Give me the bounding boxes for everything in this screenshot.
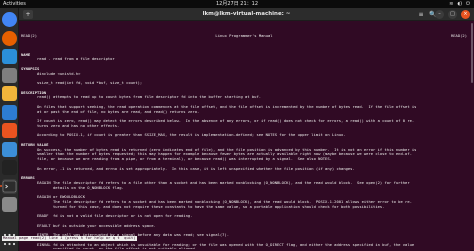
title-bar[interactable]: + lkm@lkm-virtual-machine: ~ 🔍 ≡ – □ ×	[19, 8, 474, 21]
top-bar: Activities 12月27日 21：12 ≋ ◖) ⏻	[0, 0, 474, 8]
writer-icon[interactable]	[2, 104, 17, 120]
activities-button[interactable]: Activities	[3, 0, 26, 8]
terminal-icon[interactable]	[2, 178, 17, 194]
man-header-right: READ(2)	[450, 32, 467, 38]
clock[interactable]: 12月27日 21：12	[212, 0, 262, 8]
maximize-button[interactable]: □	[448, 10, 457, 19]
trash-icon[interactable]	[2, 197, 17, 212]
chrome-icon[interactable]	[2, 12, 17, 27]
man-body: NAME read - read from a file descriptor S…	[21, 48, 469, 249]
dock	[0, 8, 19, 251]
volume-icon[interactable]: ◖)	[457, 0, 462, 8]
text-cursor	[120, 236, 122, 241]
close-button[interactable]: ×	[461, 10, 470, 19]
pager-status-line: Manual page read(2) line 1 (press h for …	[2, 235, 137, 241]
terminal-window[interactable]: + lkm@lkm-virtual-machine: ~ 🔍 ≡ – □ × R…	[19, 8, 474, 251]
rhythmbox-icon[interactable]	[2, 86, 17, 101]
amazon-icon[interactable]	[2, 160, 17, 175]
help-icon[interactable]	[2, 141, 17, 157]
man-header-left: READ(2)	[21, 32, 38, 38]
software-icon[interactable]	[2, 123, 17, 138]
minimize-button[interactable]: –	[435, 10, 444, 19]
hamburger-menu-icon[interactable]: ≡	[416, 10, 426, 19]
network-icon[interactable]: ≋	[449, 0, 453, 8]
man-header-center: Linux Programmer's Manual	[215, 32, 273, 38]
scrollbar[interactable]	[471, 23, 473, 83]
terminal-content[interactable]: READ(2) Linux Programmer's Manual READ(2…	[21, 24, 469, 249]
system-tray[interactable]: ≋ ◖) ⏻	[449, 0, 470, 8]
files-icon[interactable]	[2, 67, 17, 83]
man-text-line: specified in count, or the file offset i…	[21, 246, 198, 249]
window-title: lkm@lkm-virtual-machine: ~	[202, 11, 291, 17]
vscode-icon[interactable]	[2, 49, 17, 64]
power-icon[interactable]: ⏻	[466, 0, 470, 8]
man-header: READ(2) Linux Programmer's Manual READ(2…	[21, 32, 467, 39]
firefox-icon[interactable]	[2, 30, 17, 46]
